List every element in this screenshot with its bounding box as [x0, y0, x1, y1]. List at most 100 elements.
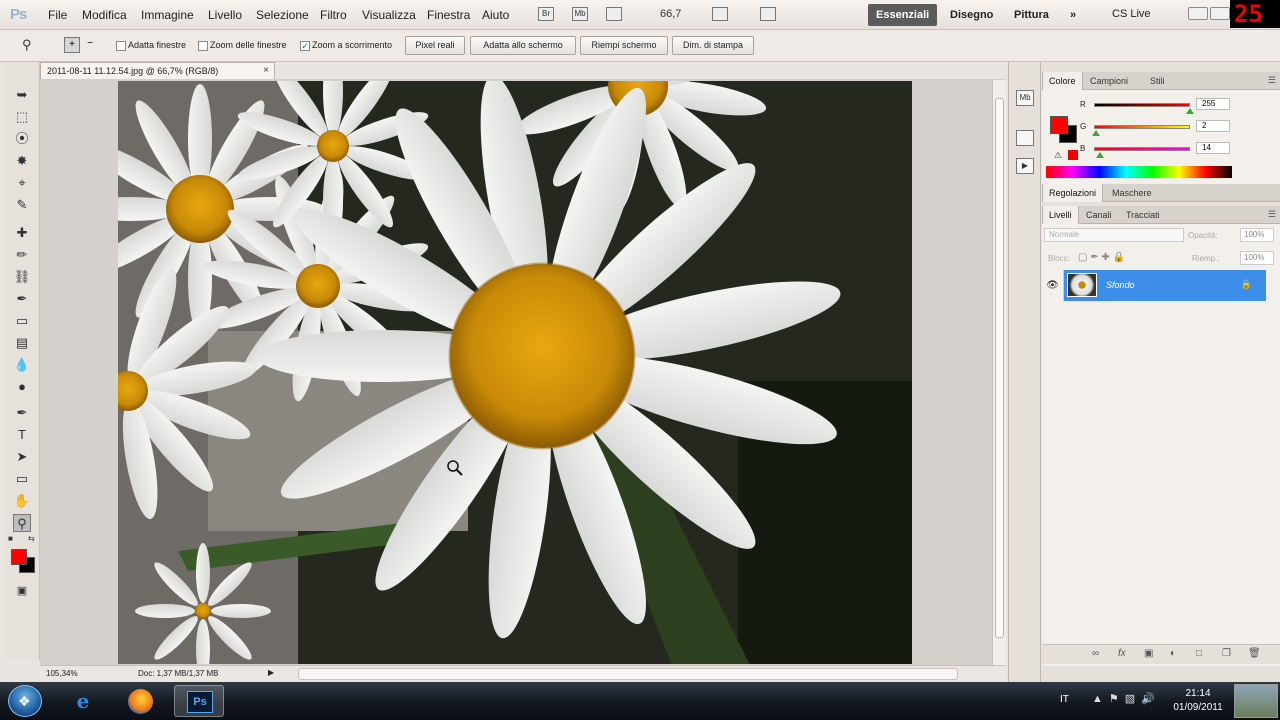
zoom-tool-preset-icon[interactable]: ⚲: [22, 37, 32, 53]
horizontal-scrollbar[interactable]: [298, 668, 958, 680]
menu-selezione[interactable]: Selezione: [256, 8, 309, 22]
input-language[interactable]: IT: [1060, 694, 1069, 705]
tab-colore[interactable]: Colore: [1042, 72, 1083, 90]
minimize-icon[interactable]: [1188, 7, 1208, 20]
adatta-schermo-button[interactable]: Adatta allo schermo: [470, 36, 576, 55]
tab-canali[interactable]: Canali: [1080, 206, 1118, 224]
menu-filtro[interactable]: Filtro: [320, 8, 347, 22]
healing-brush-icon[interactable]: ✚: [13, 224, 31, 242]
eraser-tool-icon[interactable]: ▭: [13, 312, 31, 330]
type-tool-icon[interactable]: T: [13, 426, 31, 444]
zoom-finestre-checkbox[interactable]: [198, 41, 208, 51]
color-fg-swatch[interactable]: [1050, 116, 1068, 134]
tab-campioni[interactable]: Campioni: [1084, 72, 1134, 90]
lasso-tool-icon[interactable]: ⦿: [13, 130, 31, 148]
swap-colors-icon[interactable]: ⇆: [28, 534, 35, 543]
start-button[interactable]: ❖: [8, 685, 42, 717]
menu-livello[interactable]: Livello: [208, 8, 242, 22]
tab-tracciati[interactable]: Tracciati: [1120, 206, 1166, 224]
color-panel-menu-icon[interactable]: ☰: [1268, 75, 1276, 86]
mini-bridge-panel-icon[interactable]: Mb: [1016, 90, 1034, 106]
dodge-tool-icon[interactable]: ●: [13, 378, 31, 396]
fill-input[interactable]: 100%: [1240, 251, 1274, 265]
blur-tool-icon[interactable]: 💧: [13, 356, 31, 374]
restore-icon[interactable]: [1210, 7, 1230, 20]
foreground-color-swatch[interactable]: [11, 549, 27, 565]
arrange-documents-icon[interactable]: [712, 7, 728, 21]
adatta-finestre-checkbox[interactable]: [116, 41, 126, 51]
group-icon[interactable]: □: [1196, 648, 1202, 659]
zoom-level-select[interactable]: 66,7: [660, 8, 681, 20]
menu-visualizza[interactable]: Visualizza: [362, 8, 416, 22]
eyedropper-icon[interactable]: ✎: [13, 196, 31, 214]
menu-immagine[interactable]: Immagine: [141, 8, 194, 22]
image-canvas[interactable]: [118, 81, 912, 664]
riempi-schermo-button[interactable]: Riempi schermo: [580, 36, 668, 55]
tab-regolazioni[interactable]: Regolazioni: [1042, 184, 1104, 202]
slider-b[interactable]: B 14: [1080, 142, 1280, 162]
internet-explorer-taskbar-icon[interactable]: e: [58, 685, 108, 717]
taskbar-clock[interactable]: 21:14 01/09/2011: [1168, 687, 1228, 715]
shape-tool-icon[interactable]: ▭: [13, 470, 31, 488]
menu-aiuto[interactable]: Aiuto: [482, 8, 509, 22]
screen-mode-icon[interactable]: [760, 7, 776, 21]
show-desktop-button[interactable]: [1234, 684, 1278, 718]
slider-g[interactable]: G 2: [1080, 120, 1280, 140]
bridge-icon[interactable]: Br: [538, 7, 554, 21]
zoom-tool-icon[interactable]: ⚲: [13, 514, 31, 532]
view-extras-icon[interactable]: [606, 7, 622, 21]
slider-r[interactable]: R 255: [1080, 98, 1280, 118]
fx-icon[interactable]: fx: [1118, 648, 1126, 659]
zoom-out-icon[interactable]: −: [82, 37, 98, 53]
zoom-scorrimento-checkbox[interactable]: ✓: [300, 41, 310, 51]
slider-b-value[interactable]: 14: [1196, 142, 1230, 154]
zoom-in-icon[interactable]: +: [64, 37, 80, 53]
menu-finestra[interactable]: Finestra: [427, 8, 470, 22]
slider-r-value[interactable]: 255: [1196, 98, 1230, 110]
gamut-warning-icon[interactable]: ⚠: [1054, 150, 1062, 161]
status-zoom[interactable]: 105,34%: [46, 669, 78, 678]
lock-icons[interactable]: ▢ ✒ ✚ 🔒: [1078, 252, 1125, 263]
crop-tool-icon[interactable]: ⌖: [13, 174, 31, 192]
pixel-reali-button[interactable]: Pixel reali: [405, 36, 465, 55]
workspace-essenziali-button[interactable]: Essenziali: [868, 4, 938, 26]
marquee-tool-icon[interactable]: ⬚: [13, 108, 31, 126]
tab-maschere[interactable]: Maschere: [1106, 184, 1158, 202]
hand-tool-icon[interactable]: ✋: [13, 492, 31, 510]
gamut-color-swatch[interactable]: [1068, 150, 1078, 160]
move-tool-icon[interactable]: ➥: [13, 86, 31, 104]
history-panel-icon[interactable]: [1016, 130, 1034, 146]
history-brush-icon[interactable]: ✒: [13, 290, 31, 308]
vertical-scroll-thumb[interactable]: [995, 98, 1004, 638]
tab-stili[interactable]: Stili: [1144, 72, 1171, 90]
vertical-scrollbar[interactable]: [992, 80, 1006, 665]
default-colors-icon[interactable]: ■: [8, 534, 13, 543]
brush-tool-icon[interactable]: ✏: [13, 246, 31, 264]
tray-icons[interactable]: ▲⚑▧🔊: [1092, 692, 1161, 705]
opacity-input[interactable]: 100%: [1240, 228, 1274, 242]
photoshop-taskbar-button[interactable]: Ps: [174, 685, 224, 717]
workspace-disegno-button[interactable]: Disegno: [942, 4, 1001, 26]
eye-icon[interactable]: 👁: [1042, 270, 1064, 301]
quick-mask-icon[interactable]: ▣: [13, 582, 31, 600]
gradient-tool-icon[interactable]: ▤: [13, 334, 31, 352]
slider-g-value[interactable]: 2: [1196, 120, 1230, 132]
mini-bridge-icon[interactable]: Mb: [572, 7, 588, 21]
layers-panel-menu-icon[interactable]: ☰: [1268, 209, 1276, 220]
cs-live-menu[interactable]: CS Live: [1112, 8, 1151, 20]
new-layer-icon[interactable]: ❐: [1222, 648, 1231, 659]
layer-name[interactable]: Sfondo: [1106, 280, 1135, 290]
blend-mode-select[interactable]: Normale: [1044, 228, 1184, 242]
workspace-pittura-button[interactable]: Pittura: [1006, 4, 1057, 26]
quick-selection-icon[interactable]: ✸: [13, 152, 31, 170]
document-tab[interactable]: 2011-08-11 11.12.54.jpg @ 66,7% (RGB/8) …: [40, 62, 275, 79]
menu-file[interactable]: File: [48, 8, 67, 22]
firefox-taskbar-icon[interactable]: [116, 685, 166, 717]
pen-tool-icon[interactable]: ✒: [13, 404, 31, 422]
dim-stampa-button[interactable]: Dim. di stampa: [672, 36, 754, 55]
close-document-icon[interactable]: ×: [263, 63, 269, 79]
status-menu-arrow[interactable]: ▶: [268, 668, 274, 677]
tab-livelli[interactable]: Livelli: [1042, 206, 1079, 224]
color-spectrum-bar[interactable]: [1046, 166, 1232, 178]
clone-stamp-icon[interactable]: ⛓: [13, 268, 31, 286]
